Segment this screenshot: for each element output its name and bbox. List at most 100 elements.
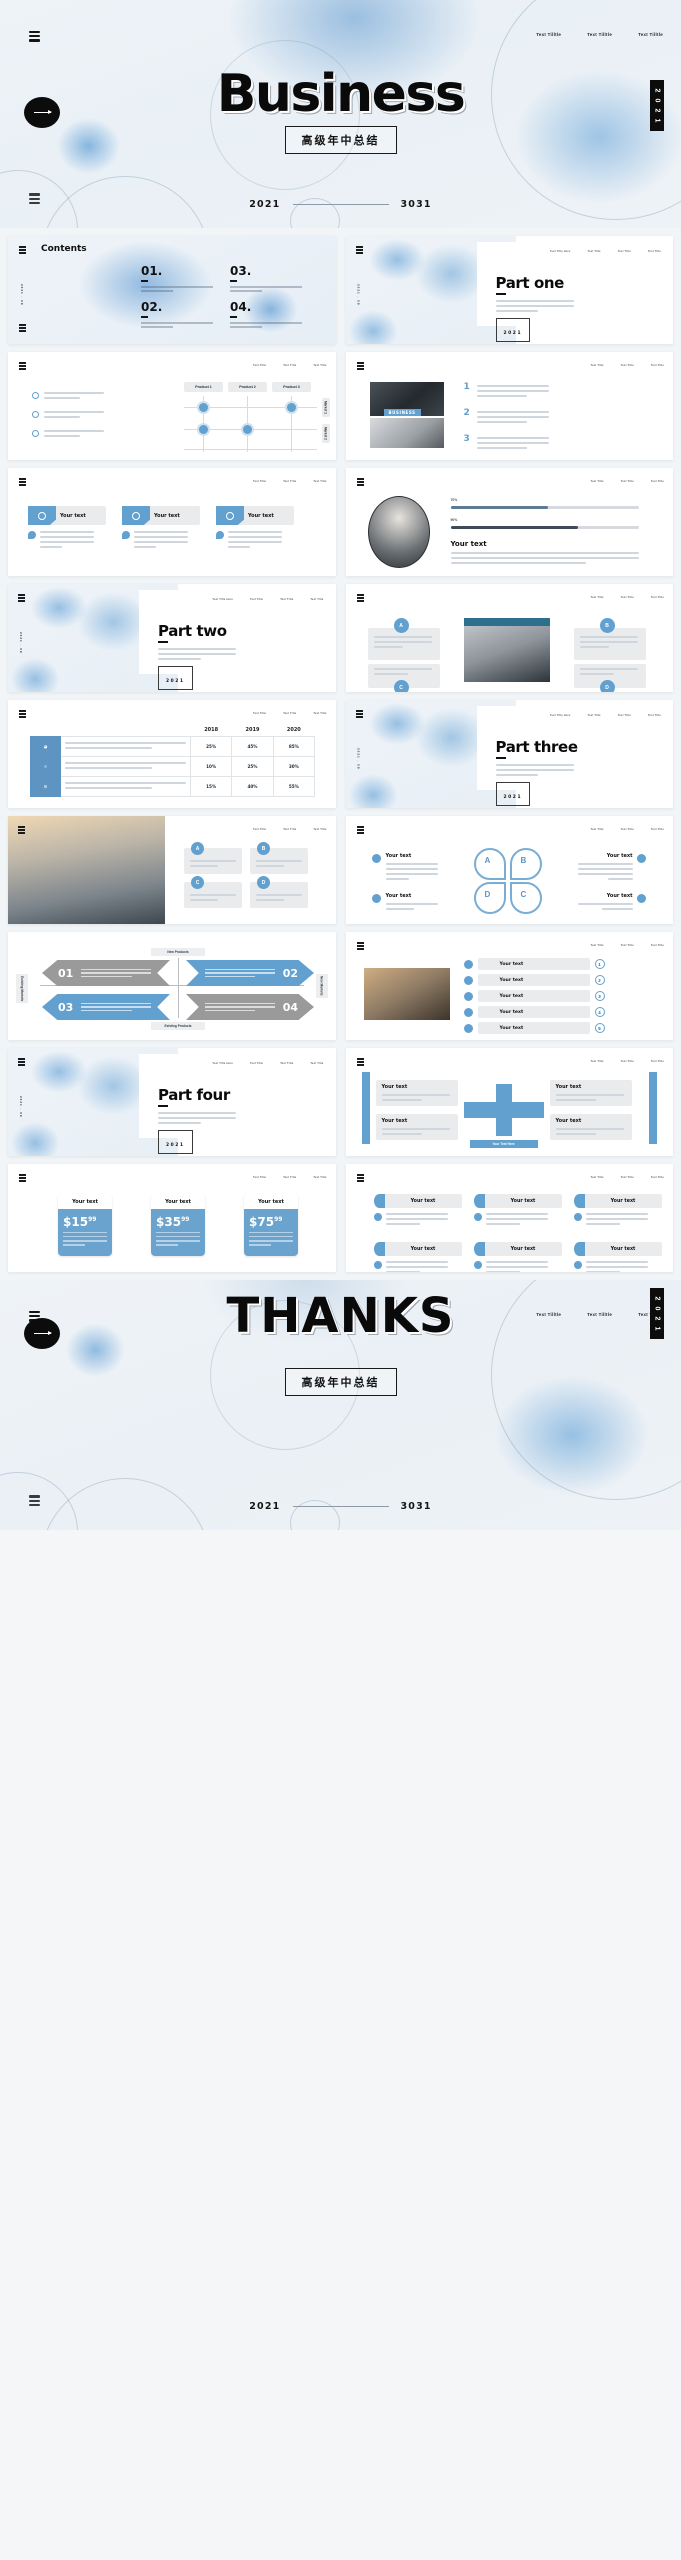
nav-title[interactable]: Text Title (253, 480, 266, 483)
nav-title[interactable]: Text Title Here (212, 1062, 233, 1065)
nav-title[interactable]: Text Title (283, 364, 296, 367)
nav-title[interactable]: Text Title (621, 944, 634, 947)
nav-title[interactable]: Text Title (651, 480, 664, 483)
pricing-card[interactable]: Your text $7599 (244, 1194, 298, 1256)
nav-title[interactable]: Text Title (313, 712, 326, 715)
quadrant-04[interactable]: 04 (186, 994, 314, 1020)
nav-title[interactable]: Text Title (313, 480, 326, 483)
list-item[interactable]: Your text 5 (463, 1022, 605, 1034)
nav-title[interactable]: Text Title (253, 1176, 266, 1179)
slide-table[interactable]: Text Title Text Title Text Title 2018 20… (8, 700, 336, 808)
hamburger-icon[interactable] (356, 362, 364, 370)
nav-title[interactable]: Text Title (280, 1062, 293, 1065)
nav-title[interactable]: Text Title (310, 598, 323, 601)
hamburger-icon[interactable] (356, 826, 364, 834)
tab-card[interactable]: Your text (373, 1194, 462, 1228)
nav-title[interactable]: Text Title (621, 480, 634, 483)
hamburger-icon[interactable] (356, 478, 364, 486)
pricing-card[interactable]: Your text $3599 (151, 1194, 205, 1256)
hamburger-icon[interactable] (356, 1174, 364, 1182)
slide-six-tabs[interactable]: Text Title Text Title Text Title Your te… (345, 1164, 673, 1272)
nav-title[interactable]: Text Title (621, 1060, 634, 1063)
nav-title[interactable]: Text Title (280, 598, 293, 601)
hamburger-icon[interactable] (356, 1058, 364, 1066)
slide-matrix[interactable]: Text Title Text Title Text Title Product… (8, 352, 336, 460)
flag-card[interactable]: Your text (216, 506, 294, 551)
slide-abcd-petals[interactable]: Text Title Text Title Text Title A B D C… (345, 816, 673, 924)
nav-title[interactable]: Text Tilltle (536, 32, 561, 37)
nav-title[interactable]: Text Title (621, 596, 634, 599)
nav-title[interactable]: Text Title (591, 480, 604, 483)
quadrant-03[interactable]: 03 (42, 994, 170, 1020)
nav-title[interactable]: Text Title (253, 364, 266, 367)
list-item[interactable]: Your text 3 (463, 990, 605, 1002)
nav-title[interactable]: Text Title (250, 1062, 263, 1065)
slide-image-list[interactable]: Text Title Text Title Text Title BUSINES… (345, 352, 673, 460)
nav-title[interactable]: Text Title (283, 828, 296, 831)
tab-card[interactable]: Your text (573, 1194, 662, 1228)
nav-title[interactable]: Text Title (618, 714, 631, 717)
nav-title[interactable]: Text Title (621, 828, 634, 831)
quadrant-01[interactable]: 01 (42, 960, 170, 986)
hamburger-icon[interactable] (19, 478, 26, 486)
nav-title[interactable]: Text Title (591, 1060, 604, 1063)
nav-title[interactable]: Text Title (283, 1176, 296, 1179)
slide-city-grid[interactable]: Text Title Text Title Text Title A B C D (8, 816, 336, 924)
nav-title[interactable]: Text Tilltle (638, 32, 663, 37)
nav-title[interactable]: Text Title (651, 1176, 664, 1179)
nav-title[interactable]: Text Title (253, 712, 266, 715)
flag-card[interactable]: Your text (28, 506, 106, 551)
nav-title[interactable]: Text Tilltle (587, 32, 612, 37)
hamburger-icon[interactable] (19, 710, 26, 718)
slide-abcd-photo[interactable]: Text Title Text Title Text Title A B C D (345, 584, 673, 692)
nav-title[interactable]: Text Title (313, 1176, 326, 1179)
hamburger-icon[interactable] (18, 826, 25, 834)
hamburger-icon[interactable] (19, 324, 26, 332)
nav-title[interactable]: Text Title (588, 714, 601, 717)
hamburger-icon[interactable] (19, 1174, 26, 1182)
nav-title[interactable]: Text Title Here (212, 598, 233, 601)
slide-matrix-arrows[interactable]: New Products Existing Products Existing … (8, 932, 336, 1040)
slide-part-two[interactable]: 2021 . 09 Text Title Here Text Title Tex… (8, 584, 336, 692)
nav-title[interactable]: Text Title (618, 250, 631, 253)
nav-title[interactable]: Text Title (651, 828, 664, 831)
nav-title[interactable]: Text Title (621, 364, 634, 367)
nav-title[interactable]: Text Title (591, 944, 604, 947)
slide-pricing[interactable]: Text Title Text Title Text Title Your te… (8, 1164, 336, 1272)
nav-title[interactable]: Text Title (313, 364, 326, 367)
slide-part-three[interactable]: 2021 . 09 Text Title Here Text Title Tex… (345, 700, 673, 808)
tab-card[interactable]: Your text (473, 1242, 562, 1272)
nav-title[interactable]: Text Title (313, 828, 326, 831)
nav-title[interactable]: Text Title (651, 364, 664, 367)
tab-card[interactable]: Your text (473, 1194, 562, 1228)
list-item[interactable]: Your text 4 (463, 1006, 605, 1018)
slide-contents[interactable]: Contents 2021 . 09 01. 03. 02. 04. (8, 236, 336, 344)
tab-card[interactable]: Your text (373, 1242, 462, 1272)
hamburger-icon[interactable] (19, 246, 26, 254)
list-item[interactable]: Your text 1 (463, 958, 605, 970)
slide-three-flags[interactable]: Text Title Text Title Text Title Your te… (8, 468, 336, 576)
nav-title[interactable]: Text Title (283, 480, 296, 483)
slide-progress[interactable]: Text Title Text Title Text Title 70% 90%… (345, 468, 673, 576)
nav-title[interactable]: Text Title (250, 598, 263, 601)
nav-title[interactable]: Text Title (651, 596, 664, 599)
nav-title[interactable]: Text Title (591, 1176, 604, 1179)
hamburger-icon[interactable] (356, 942, 364, 950)
nav-title[interactable]: Text Title Here (550, 250, 571, 253)
nav-title[interactable]: Text Title (651, 944, 664, 947)
nav-title[interactable]: Text Title (310, 1062, 323, 1065)
quadrant-02[interactable]: 02 (186, 960, 314, 986)
nav-title[interactable]: Text Title (283, 712, 296, 715)
nav-title[interactable]: Text Title (591, 364, 604, 367)
slide-cross-quadrant[interactable]: Text Title Text Title Text Title Your te… (345, 1048, 673, 1156)
nav-title[interactable]: Text Title (591, 596, 604, 599)
nav-title[interactable]: Text Title (648, 714, 661, 717)
nav-title[interactable]: Text Title (588, 250, 601, 253)
hamburger-icon[interactable] (356, 594, 364, 602)
slide-part-one[interactable]: 2021 . 09 Text Title Here Text Title Tex… (345, 236, 673, 344)
list-item[interactable]: Your text 2 (463, 974, 605, 986)
flag-card[interactable]: Your text (122, 506, 200, 551)
pricing-card[interactable]: Your text $1599 (58, 1194, 112, 1256)
nav-title[interactable]: Text Title Here (550, 714, 571, 717)
nav-title[interactable]: Text Title (648, 250, 661, 253)
